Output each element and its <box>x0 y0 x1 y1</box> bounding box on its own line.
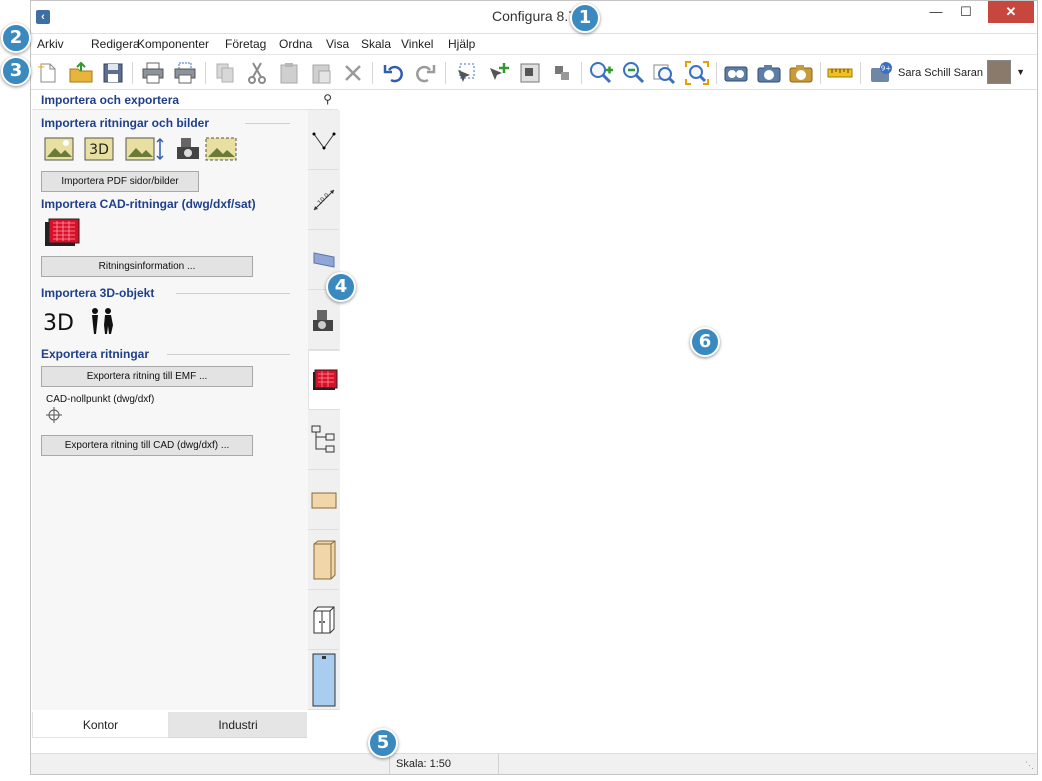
zoom-out-icon[interactable] <box>621 60 647 86</box>
cut-icon[interactable] <box>244 60 270 86</box>
paste-icon[interactable] <box>276 60 302 86</box>
import-export-panel: Importera och exportera ⚲ Importera ritn… <box>32 90 340 738</box>
callout-2: 2 <box>1 23 31 53</box>
redo-icon[interactable] <box>412 60 438 86</box>
import-photo-icon[interactable] <box>175 135 237 164</box>
menu-foretag[interactable]: Företag <box>225 37 266 51</box>
panel-title: Importera och exportera <box>41 93 180 107</box>
select-icon[interactable] <box>452 60 478 86</box>
print-icon[interactable] <box>140 60 166 86</box>
paste-special-icon[interactable] <box>308 60 334 86</box>
tab-import-export-icon[interactable] <box>308 350 340 410</box>
user-name[interactable]: Sara Schill Saran <box>898 67 983 79</box>
svg-text:10.0: 10.0 <box>316 191 331 206</box>
group-icon[interactable] <box>517 60 543 86</box>
callout-3: 3 <box>1 56 31 86</box>
measure-ruler-icon[interactable] <box>827 60 853 86</box>
status-bar: Skala: 1:50 ⋱ <box>31 753 1037 775</box>
chevron-down-icon[interactable]: ▼ <box>1016 67 1025 77</box>
menu-ordna[interactable]: Ordna <box>279 37 312 51</box>
import-pdf-button[interactable]: Importera PDF sidor/bilder <box>41 171 199 192</box>
resize-grip-icon[interactable]: ⋱ <box>1025 760 1034 771</box>
tab-storage-icon[interactable] <box>308 590 339 650</box>
tab-tree-icon[interactable] <box>308 410 339 470</box>
bottom-tabs: Kontor Industri <box>32 712 307 738</box>
maximize-button[interactable]: ☐ <box>951 1 981 23</box>
tab-industri[interactable]: Industri <box>169 712 307 738</box>
add-select-icon[interactable] <box>485 60 511 86</box>
camera-icon[interactable] <box>756 60 782 86</box>
import-scaled-image-icon[interactable] <box>125 137 165 164</box>
import-3d-image-icon[interactable]: 3D <box>84 137 114 164</box>
export-emf-button[interactable]: Exportera ritning till EMF ... <box>41 366 253 387</box>
ungroup-icon[interactable] <box>549 60 575 86</box>
panel-header: Importera och exportera ⚲ <box>32 90 338 110</box>
import-3d-object-icon[interactable]: 3D <box>42 306 122 339</box>
panel-body: Importera ritningar och bilder 3D Import… <box>32 110 308 710</box>
close-button[interactable]: ✕ <box>988 1 1034 23</box>
title-bar: ‹ Configura 8.7 — ☐ ✕ <box>31 1 1037 33</box>
zoom-extents-icon[interactable] <box>684 60 710 86</box>
menu-komponenter[interactable]: Komponenter <box>137 37 209 51</box>
camera-dual-icon[interactable] <box>723 60 749 86</box>
callout-4: 4 <box>326 272 356 302</box>
svg-text:3D: 3D <box>89 142 109 158</box>
svg-text:9+: 9+ <box>881 65 891 73</box>
drawing-canvas[interactable] <box>340 90 1037 738</box>
zoom-window-icon[interactable] <box>651 60 677 86</box>
menu-hjalp[interactable]: Hjälp <box>448 37 475 51</box>
delete-icon[interactable] <box>340 60 366 86</box>
open-folder-icon[interactable] <box>68 60 94 86</box>
menu-redigera[interactable]: Redigera <box>91 37 140 51</box>
tab-cabinet-icon[interactable] <box>308 530 339 590</box>
import-cad-icon[interactable] <box>44 218 80 251</box>
callout-5: 5 <box>368 728 398 758</box>
notifications-icon[interactable]: 9+ <box>868 60 894 86</box>
svg-text:3D: 3D <box>43 311 74 336</box>
tab-glass-panel-icon[interactable] <box>308 650 339 710</box>
callout-6: 6 <box>690 327 720 357</box>
menu-skala[interactable]: Skala <box>361 37 391 51</box>
toolbar: + 9+ Sara Schill Saran ▼ <box>31 54 1037 90</box>
minimize-button[interactable]: — <box>921 1 951 23</box>
import-image-icon[interactable] <box>44 137 74 164</box>
tab-polyline-icon[interactable] <box>308 110 339 170</box>
menu-vinkel[interactable]: Vinkel <box>401 37 433 51</box>
new-file-icon[interactable]: + <box>34 60 60 86</box>
zoom-in-icon[interactable] <box>588 60 614 86</box>
menu-visa[interactable]: Visa <box>326 37 349 51</box>
save-icon[interactable] <box>100 60 126 86</box>
undo-icon[interactable] <box>381 60 407 86</box>
cad-origin-label: CAD-nollpunkt (dwg/dxf) <box>46 394 155 405</box>
tab-table-icon[interactable] <box>308 470 339 530</box>
status-scale[interactable]: Skala: 1:50 <box>389 754 499 775</box>
vertical-tab-strip: 10.0 <box>308 110 340 710</box>
section-import-cad: Importera CAD-ritningar (dwg/dxf/sat) <box>41 197 256 211</box>
copy-icon[interactable] <box>212 60 238 86</box>
callout-1: 1 <box>570 3 600 33</box>
drawing-info-button[interactable]: Ritningsinformation ... <box>41 256 253 277</box>
tab-kontor[interactable]: Kontor <box>32 712 169 738</box>
section-import-drawings: Importera ritningar och bilder <box>41 116 210 130</box>
camera-render-icon[interactable] <box>788 60 814 86</box>
app-window: ‹ Configura 8.7 — ☐ ✕ Arkiv Redigera Kom… <box>30 0 1038 775</box>
section-import-3d: Importera 3D-objekt <box>41 286 155 300</box>
section-export: Exportera ritningar <box>41 347 150 361</box>
menu-bar: Arkiv Redigera Komponenter Företag Ordna… <box>31 33 1037 53</box>
svg-text:+: + <box>37 62 45 73</box>
tab-dimension-icon[interactable]: 10.0 <box>308 170 339 230</box>
export-cad-button[interactable]: Exportera ritning till CAD (dwg/dxf) ... <box>41 435 253 456</box>
menu-arkiv[interactable]: Arkiv <box>37 37 64 51</box>
crosshair-icon[interactable] <box>45 406 63 427</box>
window-title: Configura 8.7 <box>491 8 577 24</box>
print-preview-icon[interactable] <box>172 60 198 86</box>
avatar[interactable] <box>987 60 1011 84</box>
search-icon[interactable]: ⚲ <box>323 92 332 106</box>
